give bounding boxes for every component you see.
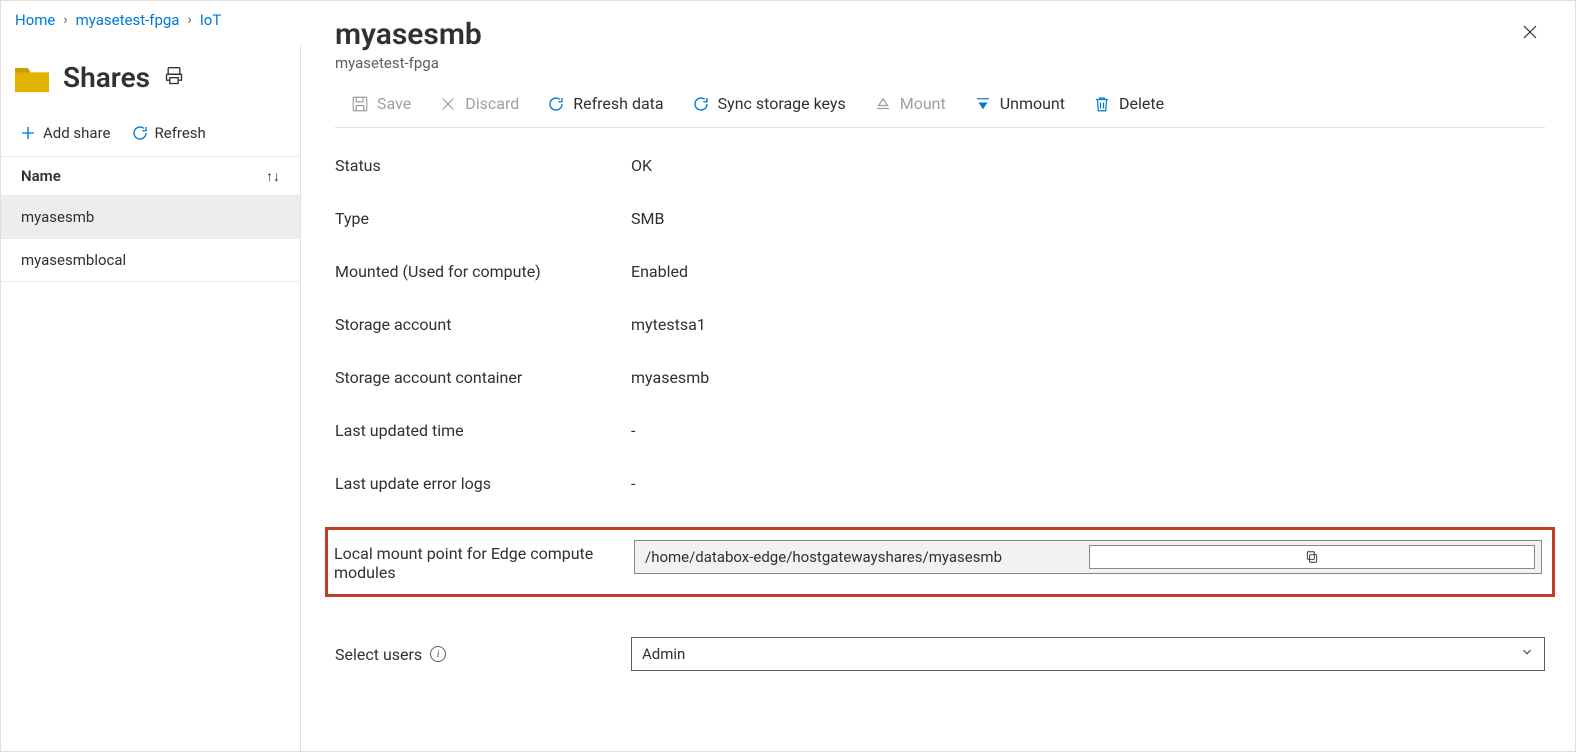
add-share-button[interactable]: Add share xyxy=(19,124,111,142)
list-header-name: Name xyxy=(21,167,61,185)
properties-grid: Status OK Type SMB Mounted (Used for com… xyxy=(335,156,1545,671)
breadcrumb-parent[interactable]: myasetest-fpga xyxy=(76,11,180,29)
prop-label: Storage account container xyxy=(335,368,631,387)
prop-value: - xyxy=(631,421,635,440)
delete-label: Delete xyxy=(1119,94,1164,113)
prop-label: Last update error logs xyxy=(335,474,631,493)
prop-value: SMB xyxy=(631,209,664,228)
detail-subtitle: myasetest-fpga xyxy=(335,54,482,72)
list-item[interactable]: myasesmblocal xyxy=(1,239,300,282)
info-icon[interactable]: i xyxy=(430,646,446,662)
save-label: Save xyxy=(377,94,411,113)
prop-label: Local mount point for Edge compute modul… xyxy=(334,540,634,582)
prop-label: Type xyxy=(335,209,631,228)
save-button: Save xyxy=(351,94,411,113)
list-item[interactable]: myasesmb xyxy=(1,196,300,239)
prop-value: Enabled xyxy=(631,262,688,281)
add-share-label: Add share xyxy=(43,124,111,142)
mount-point-value: /home/databox-edge/hostgatewayshares/mya… xyxy=(645,548,1089,566)
shares-list-panel: Shares Add share Refresh Name ↑↓ myasesm… xyxy=(1,45,301,751)
chevron-down-icon xyxy=(1520,645,1534,663)
unmount-label: Unmount xyxy=(1000,94,1065,113)
pin-icon[interactable] xyxy=(164,66,184,90)
select-users-value: Admin xyxy=(642,645,685,663)
shares-header: Shares xyxy=(1,45,300,114)
breadcrumb-current[interactable]: IoT xyxy=(200,11,222,29)
shares-title: Shares xyxy=(63,61,150,94)
detail-toolbar: Save Discard Refresh data Sync storage k… xyxy=(335,72,1545,128)
prop-value: - xyxy=(631,474,635,493)
select-users-label: Select users xyxy=(335,645,422,664)
prop-label: Storage account xyxy=(335,315,631,334)
prop-storage-account: Storage account mytestsa1 xyxy=(335,315,1545,334)
mount-button: Mount xyxy=(874,94,946,113)
mount-label: Mount xyxy=(900,94,946,113)
breadcrumb-sep-1: › xyxy=(63,12,67,28)
prop-type: Type SMB xyxy=(335,209,1545,228)
prop-mount-point-highlight: Local mount point for Edge compute modul… xyxy=(325,527,1555,597)
detail-title: myasesmb xyxy=(335,17,482,52)
list-header[interactable]: Name ↑↓ xyxy=(1,156,300,196)
delete-button[interactable]: Delete xyxy=(1093,94,1164,113)
discard-label: Discard xyxy=(465,94,519,113)
prop-value: OK xyxy=(631,156,652,175)
discard-button: Discard xyxy=(439,94,519,113)
sync-keys-label: Sync storage keys xyxy=(718,94,846,113)
prop-label: Select users i xyxy=(335,645,631,664)
refresh-data-label: Refresh data xyxy=(573,94,663,113)
prop-value: mytestsa1 xyxy=(631,315,706,334)
select-users-dropdown[interactable]: Admin xyxy=(631,637,1545,671)
shares-toolbar: Add share Refresh xyxy=(1,114,300,156)
sort-icon[interactable]: ↑↓ xyxy=(266,168,280,185)
breadcrumb-sep-2: › xyxy=(187,12,191,28)
prop-status: Status OK xyxy=(335,156,1545,175)
prop-container: Storage account container myasesmb xyxy=(335,368,1545,387)
prop-label: Mounted (Used for compute) xyxy=(335,262,631,281)
prop-updated-time: Last updated time - xyxy=(335,421,1545,440)
prop-error-logs: Last update error logs - xyxy=(335,474,1545,493)
unmount-button[interactable]: Unmount xyxy=(974,94,1065,113)
breadcrumb-home[interactable]: Home xyxy=(15,11,55,29)
prop-select-users: Select users i Admin xyxy=(335,637,1545,671)
prop-mounted: Mounted (Used for compute) Enabled xyxy=(335,262,1545,281)
folder-icon xyxy=(15,63,49,93)
detail-header: myasesmb myasetest-fpga xyxy=(335,17,1545,72)
refresh-button[interactable]: Refresh xyxy=(131,124,206,142)
share-detail-panel: myasesmb myasetest-fpga Save Discard Ref… xyxy=(301,1,1575,751)
prop-value: myasesmb xyxy=(631,368,709,387)
prop-label: Status xyxy=(335,156,631,175)
copy-button[interactable] xyxy=(1089,545,1535,569)
mount-point-field[interactable]: /home/databox-edge/hostgatewayshares/mya… xyxy=(634,540,1542,574)
refresh-data-button[interactable]: Refresh data xyxy=(547,94,663,113)
prop-label: Last updated time xyxy=(335,421,631,440)
sync-keys-button[interactable]: Sync storage keys xyxy=(692,94,846,113)
close-button[interactable] xyxy=(1515,17,1545,52)
refresh-label: Refresh xyxy=(155,124,206,142)
